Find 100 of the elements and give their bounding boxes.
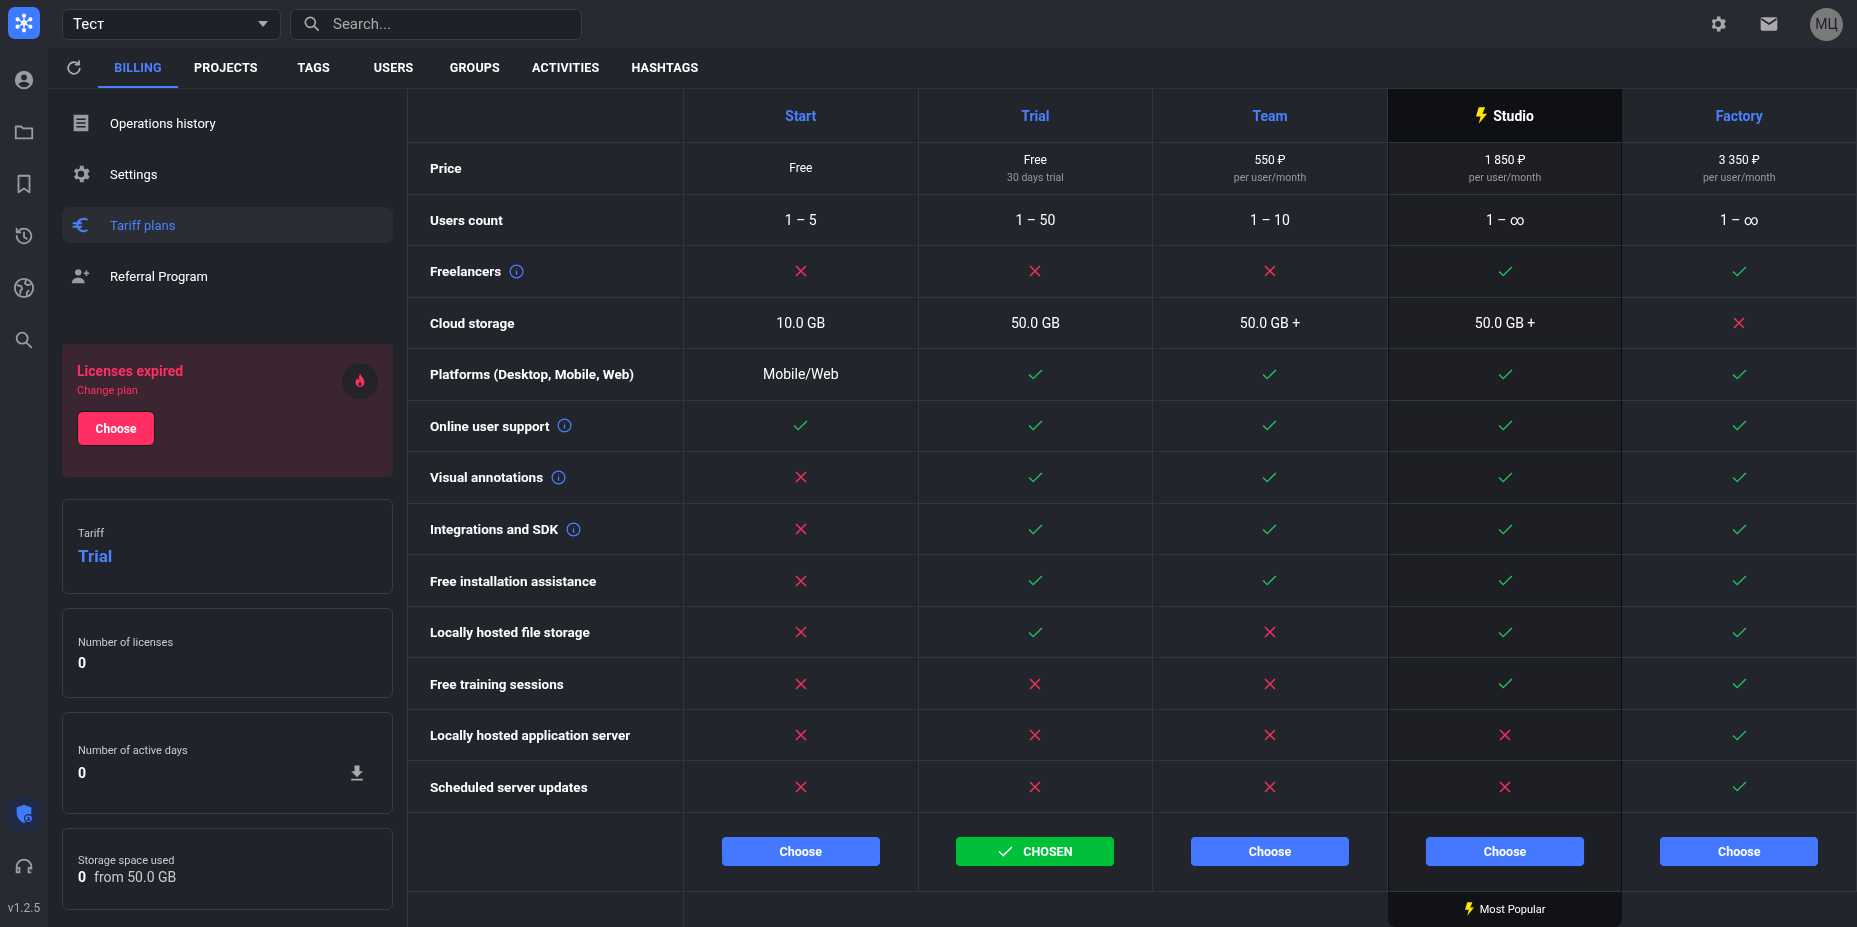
cross-icon xyxy=(794,677,807,690)
nav-tab[interactable]: TAGS xyxy=(273,48,354,88)
nav-tab[interactable]: PROJECTS xyxy=(178,48,274,88)
cross-icon xyxy=(794,523,807,536)
check-icon xyxy=(1027,420,1043,432)
feature-label: Locally hosted application server xyxy=(430,727,631,744)
feature-label: Visual annotations xyxy=(430,469,544,486)
stat-label: Storage space used xyxy=(78,853,176,867)
nav-tab[interactable]: USERS xyxy=(353,48,434,88)
choose-button[interactable]: Choose xyxy=(1190,836,1350,868)
choose-button[interactable]: Choose xyxy=(77,411,155,446)
choose-button[interactable]: Choose xyxy=(1425,836,1586,868)
nav-tab[interactable]: HASHTAGS xyxy=(615,48,715,88)
cross-icon xyxy=(1733,316,1746,329)
cross-icon xyxy=(1264,780,1276,793)
flame-icon xyxy=(342,363,378,399)
price-note: per user/month xyxy=(1233,170,1307,184)
stat-value: 0 xyxy=(78,764,87,781)
cross-icon xyxy=(794,265,807,278)
info-icon[interactable] xyxy=(566,521,582,537)
cross-icon xyxy=(1499,780,1512,793)
check-icon xyxy=(1027,368,1043,380)
check-icon xyxy=(1262,523,1278,535)
cross-icon xyxy=(1264,729,1276,742)
plan-value: Free xyxy=(789,161,813,176)
check-icon xyxy=(1497,575,1513,587)
info-icon[interactable] xyxy=(509,263,525,279)
stat-label: Tariff xyxy=(78,527,105,540)
stat-suffix: from 50.0 GB xyxy=(94,868,177,885)
user-avatar[interactable]: МЦ xyxy=(1810,7,1843,41)
feature-label: Locally hosted file storage xyxy=(430,624,590,641)
workspace-select[interactable]: Тест xyxy=(62,8,281,40)
plan-value: 550 ₽ xyxy=(1254,152,1286,167)
plan-value: 10.0 GB xyxy=(776,314,826,331)
dropdown-caret-icon xyxy=(258,21,268,27)
feature-label: Users count xyxy=(430,211,503,228)
stat-label: Number of active days xyxy=(78,743,189,757)
check-icon xyxy=(1497,626,1513,638)
menu-item[interactable]: Settings xyxy=(62,156,393,192)
stat-value: 0 xyxy=(78,868,87,885)
check-icon xyxy=(1731,781,1747,793)
cross-icon xyxy=(1029,265,1042,278)
price-note: per user/month xyxy=(1702,170,1776,184)
feature-label: Free installation assistance xyxy=(430,572,597,589)
search-field[interactable]: Search... xyxy=(290,8,582,40)
menu-item[interactable]: Referral Program xyxy=(62,258,393,294)
stat-label: Number of licenses xyxy=(78,635,175,649)
cross-icon xyxy=(1029,780,1042,793)
feature-label: Online user support xyxy=(430,417,550,434)
feature-label: Integrations and SDK xyxy=(430,521,559,538)
plan-value: 1 – 5 xyxy=(784,211,817,228)
plan-value: 50.0 GB + xyxy=(1239,314,1301,331)
plan-value: 3 350 ₽ xyxy=(1718,152,1760,167)
plan-name: Trial xyxy=(1021,107,1050,124)
choose-button[interactable]: Choose xyxy=(1659,836,1820,868)
logo-icon[interactable] xyxy=(8,7,40,39)
cross-icon xyxy=(1029,677,1042,690)
price-note: 30 days trial xyxy=(1007,170,1064,184)
plan-value: 1 – ∞ xyxy=(1720,211,1759,228)
check-icon xyxy=(1262,575,1278,587)
menu-item[interactable]: Tariff plans xyxy=(62,207,393,243)
check-icon xyxy=(1497,523,1513,535)
plan-value: Free xyxy=(1023,152,1047,167)
stat-value: 0 xyxy=(78,654,87,671)
plan-name: Team xyxy=(1252,107,1288,124)
feature-label: Price xyxy=(430,160,462,177)
check-icon xyxy=(1731,420,1747,432)
check-icon xyxy=(1027,575,1043,587)
cross-icon xyxy=(1499,729,1512,742)
check-icon xyxy=(1731,523,1747,535)
cross-icon xyxy=(1264,265,1276,278)
shield-user-icon[interactable] xyxy=(7,797,41,831)
check-icon xyxy=(1731,575,1747,587)
check-icon xyxy=(1731,678,1747,690)
plan-value: 1 850 ₽ xyxy=(1484,152,1526,167)
check-icon xyxy=(1262,368,1278,380)
cross-icon xyxy=(794,574,807,587)
check-icon xyxy=(1497,420,1513,432)
version-label: v1.2.5 xyxy=(7,901,41,915)
check-icon xyxy=(1731,472,1747,483)
cross-icon xyxy=(1264,626,1276,639)
feature-label: Cloud storage xyxy=(430,314,515,331)
most-popular-badge: Most Popular xyxy=(1464,902,1546,917)
info-icon[interactable] xyxy=(551,470,567,485)
nav-tab[interactable]: ACTIVITIES xyxy=(516,48,616,88)
refresh-icon[interactable] xyxy=(64,58,84,78)
plan-value: 1 – 50 xyxy=(1015,211,1056,228)
info-icon[interactable] xyxy=(557,418,573,434)
feature-label: Free training sessions xyxy=(430,675,564,692)
choose-button[interactable]: Choose xyxy=(720,836,881,868)
menu-item[interactable]: Operations history xyxy=(62,105,393,141)
check-icon xyxy=(1262,472,1278,483)
check-icon xyxy=(1027,523,1043,535)
plan-value: 50.0 GB xyxy=(1010,314,1060,331)
feature-label: Scheduled server updates xyxy=(430,778,588,795)
mail-icon[interactable] xyxy=(1759,14,1779,34)
alert-title: Licenses expired xyxy=(77,363,184,379)
check-icon xyxy=(1027,472,1043,483)
cross-icon xyxy=(1264,677,1276,690)
nav-tab[interactable]: GROUPS xyxy=(433,48,516,88)
